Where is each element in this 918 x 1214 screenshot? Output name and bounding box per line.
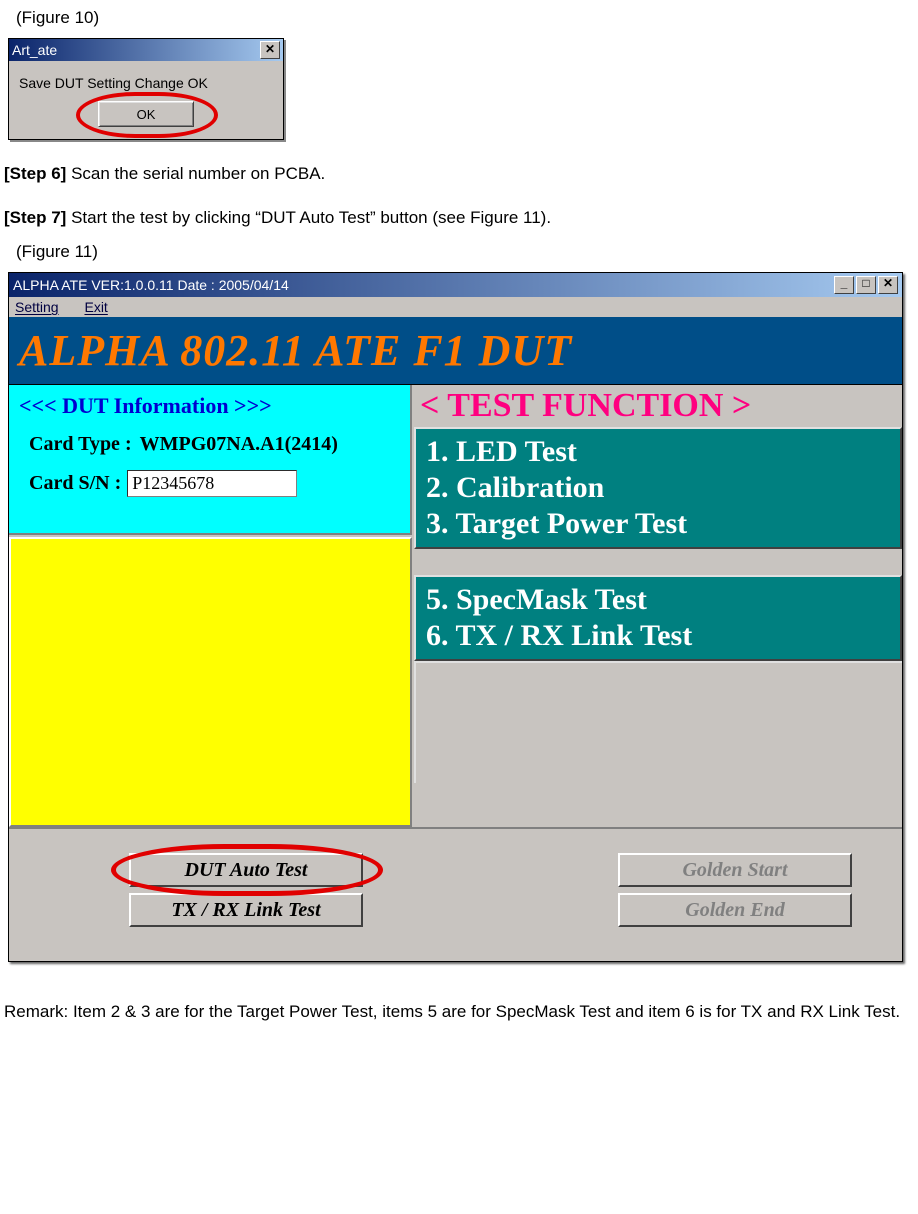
banner: ALPHA 802.11 ATE F1 DUT	[9, 317, 902, 385]
step6: [Step 6] Scan the serial number on PCBA.	[4, 164, 918, 184]
figure10-caption: (Figure 10)	[16, 8, 918, 28]
func-target: 3. Target Power Test	[426, 507, 890, 541]
dialog-ate-main: ALPHA ATE VER:1.0.0.11 Date : 2005/04/14…	[8, 272, 903, 962]
dut-info-header: <<< DUT Information >>>	[19, 393, 400, 419]
test-function-list-b: 5. SpecMask Test 6. TX / RX Link Test	[414, 575, 902, 661]
remark-text: Remark: Item 2 & 3 are for the Target Po…	[4, 996, 918, 1028]
maximize-icon[interactable]: □	[856, 276, 876, 294]
func-link: 6. TX / RX Link Test	[426, 619, 890, 653]
dialog-save-ok: Art_ate ✕ Save DUT Setting Change OK OK	[8, 38, 284, 140]
test-function-list-a: 1. LED Test 2. Calibration 3. Target Pow…	[414, 427, 902, 549]
step6-text: Scan the serial number on PCBA.	[66, 164, 325, 183]
menu-exit[interactable]: Exit	[84, 299, 107, 315]
status-panel	[9, 537, 412, 827]
func-cal: 2. Calibration	[426, 471, 890, 505]
step7-text: Start the test by clicking “DUT Auto Tes…	[66, 208, 551, 227]
ok-button[interactable]: OK	[98, 101, 194, 127]
step6-label: [Step 6]	[4, 164, 66, 183]
golden-end-button[interactable]: Golden End	[618, 893, 852, 927]
dialog1-titlebar[interactable]: Art_ate ✕	[9, 39, 283, 61]
close-icon[interactable]: ✕	[260, 41, 280, 59]
dialog2-title: ALPHA ATE VER:1.0.0.11 Date : 2005/04/14	[13, 277, 289, 293]
figure11-caption: (Figure 11)	[16, 242, 918, 262]
dialog2-titlebar[interactable]: ALPHA ATE VER:1.0.0.11 Date : 2005/04/14…	[9, 273, 902, 297]
func-specmask: 5. SpecMask Test	[426, 583, 890, 617]
dialog1-message: Save DUT Setting Change OK	[19, 75, 273, 101]
card-type-value: WMPG07NA.A1(2414)	[140, 433, 338, 456]
minimize-icon[interactable]: _	[834, 276, 854, 294]
tx-rx-link-test-button[interactable]: TX / RX Link Test	[129, 893, 363, 927]
dialog1-title: Art_ate	[12, 42, 57, 58]
card-type-label: Card Type :	[29, 433, 132, 456]
dut-info-panel: <<< DUT Information >>> Card Type : WMPG…	[9, 385, 412, 535]
menu-setting[interactable]: Setting	[15, 299, 59, 315]
step7-label: [Step 7]	[4, 208, 66, 227]
func-led: 1. LED Test	[426, 435, 890, 469]
dut-auto-test-button[interactable]: DUT Auto Test	[129, 853, 363, 887]
menubar: Setting Exit	[9, 297, 902, 317]
close-icon[interactable]: ✕	[878, 276, 898, 294]
step7: [Step 7] Start the test by clicking “DUT…	[4, 208, 918, 228]
test-function-header: < TEST FUNCTION >	[414, 385, 902, 427]
card-sn-label: Card S/N :	[29, 472, 121, 495]
golden-start-button[interactable]: Golden Start	[618, 853, 852, 887]
card-sn-input[interactable]	[127, 470, 297, 497]
